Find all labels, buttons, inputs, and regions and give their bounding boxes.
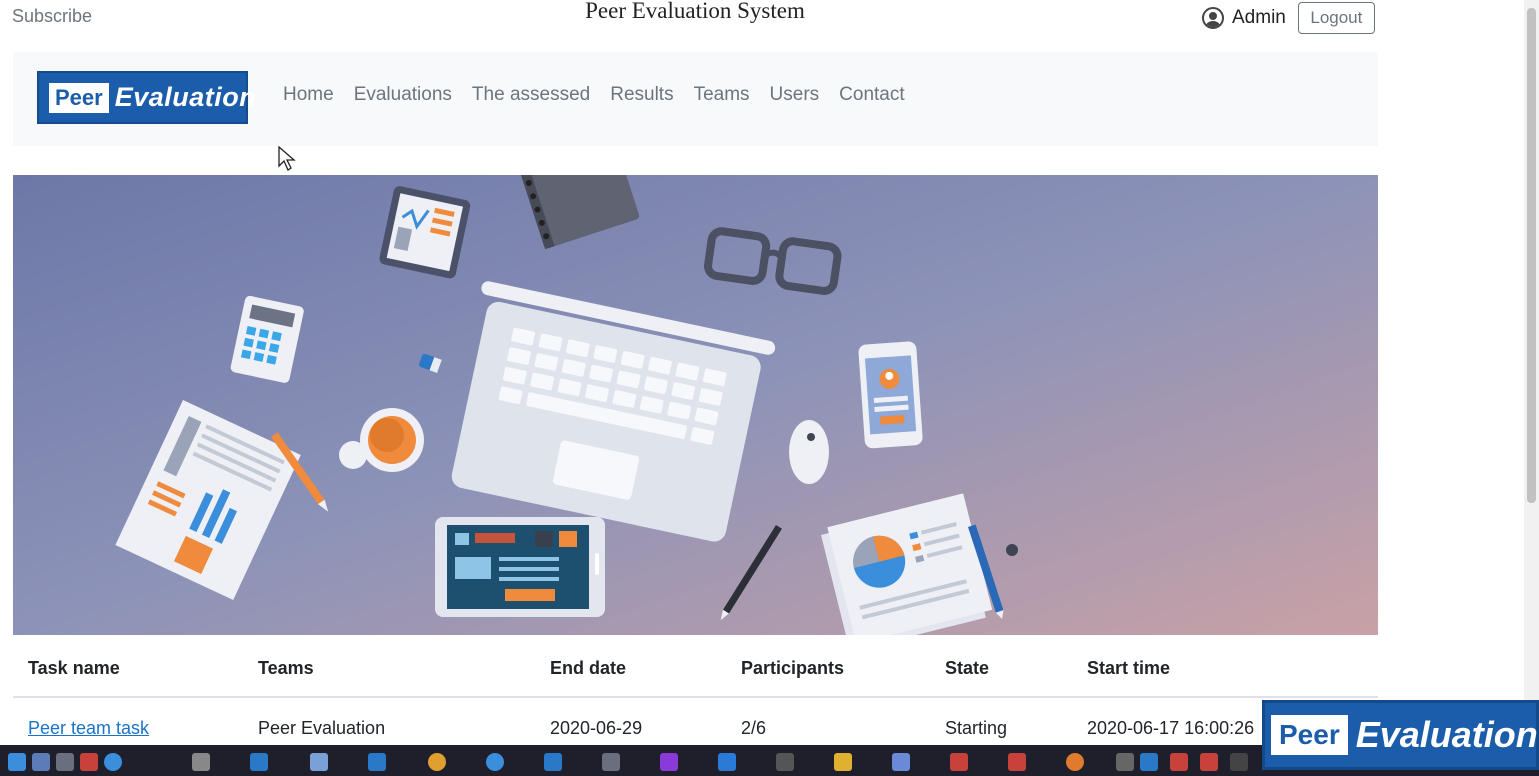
column-header-participants[interactable]: Participants	[741, 658, 844, 679]
task-team: Peer Evaluation	[258, 718, 386, 738]
column-header-start-time[interactable]: Start time	[1087, 658, 1170, 679]
main-navbar: Peer Evaluation Home Evaluations The ass…	[13, 52, 1378, 146]
ide-icon[interactable]	[660, 753, 678, 771]
taskbar-app-icon[interactable]	[950, 753, 968, 771]
taskbar-app-icon[interactable]	[80, 753, 98, 771]
watermark-peer-text: Peer	[1271, 715, 1348, 755]
column-header-end-date[interactable]: End date	[550, 658, 626, 679]
calculator-icon[interactable]	[192, 753, 210, 771]
nav-item-teams[interactable]: Teams	[694, 84, 750, 106]
site-title: Peer Evaluation System	[585, 0, 805, 23]
hero-illustration	[13, 175, 1378, 635]
taskbar-app-icon[interactable]	[32, 753, 50, 771]
taskbar-app-icon[interactable]	[776, 753, 794, 771]
task-participants: 2/6	[741, 718, 767, 738]
taskbar-app-icon[interactable]	[310, 753, 328, 771]
column-header-task-name[interactable]: Task name	[28, 658, 120, 679]
task-name-link[interactable]: Peer team task	[28, 718, 149, 739]
user-name[interactable]: Admin	[1232, 7, 1286, 29]
user-menu: Admin Logout	[1202, 2, 1375, 34]
tasks-table-header: Task name Teams End date Participants St…	[13, 650, 1378, 698]
taskbar-app-icon[interactable]	[544, 753, 562, 771]
tray-chevron-icon[interactable]	[1116, 753, 1134, 771]
mail-icon[interactable]	[250, 753, 268, 771]
taskbar-app-icon[interactable]	[104, 753, 122, 771]
column-header-teams[interactable]: Teams	[258, 658, 314, 679]
watermark-evaluation-text: Evaluation	[1355, 714, 1538, 755]
nav-item-the-assessed[interactable]: The assessed	[472, 84, 590, 106]
code-editor-icon[interactable]	[718, 753, 736, 771]
tablet-illustration	[379, 186, 471, 279]
task-start-time: 2020-06-17 16:00:26	[1087, 718, 1255, 738]
logo-peer-text: Peer	[49, 82, 109, 113]
hero-banner	[13, 175, 1378, 635]
tray-icon[interactable]	[1170, 753, 1188, 771]
table-row: Peer team task Peer Evaluation 2020-06-2…	[13, 710, 1378, 746]
logout-button[interactable]: Logout	[1297, 2, 1375, 34]
task-state: Starting	[945, 718, 1008, 738]
nav-item-results[interactable]: Results	[610, 84, 673, 106]
tablet-bottom-illustration	[435, 517, 605, 617]
top-bar: Subscribe Peer Evaluation System Admin L…	[0, 0, 1390, 40]
taskbar-app-icon[interactable]	[1008, 753, 1026, 771]
logo-evaluation-text: Evaluation	[114, 82, 257, 112]
tray-icon[interactable]	[1230, 753, 1248, 771]
taskbar-app-icon[interactable]	[486, 753, 504, 771]
nav-links: Home Evaluations The assessed Results Te…	[283, 84, 905, 106]
tray-icon[interactable]	[1200, 753, 1218, 771]
task-end-date: 2020-06-29	[550, 718, 643, 738]
column-header-state[interactable]: State	[945, 658, 989, 679]
folder-icon[interactable]	[834, 753, 852, 771]
nav-item-evaluations[interactable]: Evaluations	[354, 84, 452, 106]
firefox-icon[interactable]	[1066, 753, 1084, 771]
taskbar-app-icon[interactable]	[8, 753, 26, 771]
brand-logo[interactable]: Peer Evaluation	[37, 71, 256, 124]
browser-icon[interactable]	[428, 753, 446, 771]
taskbar-app-icon[interactable]	[56, 753, 74, 771]
mouse-pointer-icon	[278, 146, 296, 171]
taskbar-app-icon[interactable]	[602, 753, 620, 771]
user-circle-icon	[1202, 7, 1224, 29]
nav-item-contact[interactable]: Contact	[839, 84, 904, 106]
vertical-scrollbar[interactable]	[1524, 0, 1539, 745]
phone-illustration	[858, 341, 923, 449]
taskbar-app-icon[interactable]	[368, 753, 386, 771]
nav-item-users[interactable]: Users	[770, 84, 820, 106]
nav-item-home[interactable]: Home	[283, 84, 334, 106]
taskbar-app-icon[interactable]	[892, 753, 910, 771]
scrollbar-thumb[interactable]	[1527, 8, 1536, 503]
tray-icon[interactable]	[1140, 753, 1158, 771]
watermark-logo: Peer Evaluation	[1262, 700, 1539, 770]
